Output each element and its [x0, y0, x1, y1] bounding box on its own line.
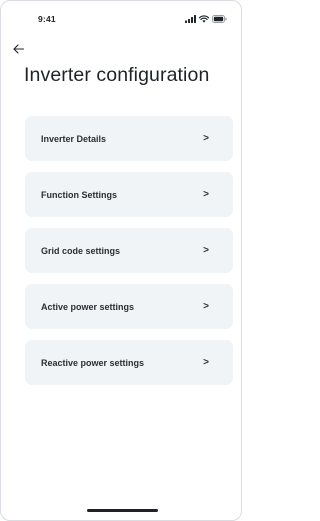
status-icons	[185, 14, 227, 24]
menu-item-label: Grid code settings	[41, 245, 121, 256]
menu-item-label: Inverter Details	[41, 133, 107, 144]
signal-icon	[185, 15, 196, 23]
back-button[interactable]	[9, 41, 27, 57]
chevron-right-icon: >	[203, 188, 209, 200]
battery-icon	[212, 15, 227, 23]
menu-item-inverter-details[interactable]: Inverter Details >	[25, 116, 233, 161]
status-bar: 9:41	[1, 1, 241, 41]
page-title: Inverter configuration	[24, 64, 210, 86]
phone-frame: 9:41 Inverter configuration Inverter Det…	[0, 0, 242, 521]
chevron-right-icon: >	[203, 300, 209, 312]
chevron-right-icon: >	[203, 244, 209, 256]
chevron-right-icon: >	[203, 132, 209, 144]
status-time: 9:41	[38, 14, 56, 24]
chevron-right-icon: >	[203, 356, 209, 368]
home-indicator[interactable]	[87, 509, 158, 512]
menu-item-grid-code-settings[interactable]: Grid code settings >	[25, 228, 233, 273]
menu-item-label: Active power settings	[41, 301, 135, 312]
menu-item-active-power-settings[interactable]: Active power settings >	[25, 284, 233, 329]
arrow-left-icon	[12, 44, 24, 54]
wifi-icon	[199, 15, 209, 23]
menu-item-label: Reactive power settings	[41, 357, 145, 368]
menu-item-label: Function Settings	[41, 189, 117, 200]
menu-item-function-settings[interactable]: Function Settings >	[25, 172, 233, 217]
settings-menu: Inverter Details > Function Settings > G…	[25, 116, 233, 396]
menu-item-reactive-power-settings[interactable]: Reactive power settings >	[25, 340, 233, 385]
